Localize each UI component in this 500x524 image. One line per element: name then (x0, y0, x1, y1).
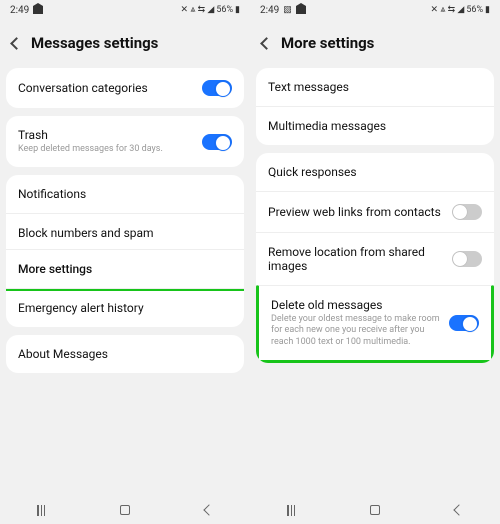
row-emergency-alert[interactable]: Emergency alert history (6, 288, 244, 327)
nav-back-icon[interactable] (203, 504, 214, 515)
nav-home-icon[interactable] (120, 505, 130, 515)
nav-recents-icon[interactable] (37, 505, 45, 516)
card-message-types: Text messages Multimedia messages (256, 68, 494, 145)
nav-bar (250, 496, 500, 524)
card-about: About Messages (6, 335, 244, 373)
row-label: Preview web links from contacts (268, 205, 444, 219)
toggle-remove-location[interactable] (452, 251, 482, 267)
screen-messages-settings: 2:49 ✕ ⩓ ⇆ ◢ 56% ▮ Messages settings Con… (0, 0, 250, 524)
row-block-spam[interactable]: Block numbers and spam (6, 213, 244, 252)
message-icon (296, 6, 306, 14)
row-remove-location[interactable]: Remove location from shared images (256, 232, 494, 285)
nav-back-icon[interactable] (453, 504, 464, 515)
status-signal-icons: ✕ ⩓ ⇆ ◢ (181, 5, 215, 15)
toggle-trash[interactable] (202, 134, 232, 150)
row-label: Block numbers and spam (18, 226, 154, 240)
row-quick-responses[interactable]: Quick responses (256, 153, 494, 191)
status-bar: 2:49 ✕ ⩓ ⇆ ◢ 56% ▮ (0, 0, 250, 20)
row-label: Trash (18, 128, 194, 142)
status-battery-text: 56% (216, 5, 233, 15)
row-label: About Messages (18, 347, 108, 361)
status-time: 2:49 (260, 5, 279, 16)
toggle-preview-links[interactable] (452, 204, 482, 220)
row-trash[interactable]: Trash Keep deleted messages for 30 days. (6, 116, 244, 167)
status-time: 2:49 (10, 5, 29, 16)
row-label: Multimedia messages (268, 119, 386, 133)
back-icon[interactable] (260, 37, 273, 50)
header: Messages settings (0, 20, 250, 64)
card-trash: Trash Keep deleted messages for 30 days. (6, 116, 244, 167)
back-icon[interactable] (10, 37, 23, 50)
row-more-settings[interactable]: More settings (6, 249, 244, 291)
battery-icon: ▮ (485, 5, 490, 15)
row-label: Delete old messages (271, 298, 441, 312)
row-multimedia-messages[interactable]: Multimedia messages (256, 106, 494, 145)
card-more-options: Quick responses Preview web links from c… (256, 153, 494, 363)
row-label: Notifications (18, 187, 86, 201)
nav-home-icon[interactable] (370, 505, 380, 515)
page-title: Messages settings (31, 34, 158, 52)
toggle-conversation-categories[interactable] (202, 80, 232, 96)
row-about-messages[interactable]: About Messages (6, 335, 244, 373)
status-signal-icons: ✕ ⩓ ⇆ ◢ (431, 5, 465, 15)
card-main-list: Notifications Block numbers and spam Mor… (6, 175, 244, 327)
screen-more-settings: 2:49 ▧ ✕ ⩓ ⇆ ◢ 56% ▮ More settings Text … (250, 0, 500, 524)
picture-icon: ▧ (283, 5, 292, 15)
battery-icon: ▮ (235, 5, 240, 15)
row-sub: Delete your oldest message to make room … (271, 314, 441, 348)
card-conversation: Conversation categories (6, 68, 244, 108)
status-bar: 2:49 ▧ ✕ ⩓ ⇆ ◢ 56% ▮ (250, 0, 500, 20)
row-preview-links[interactable]: Preview web links from contacts (256, 191, 494, 232)
row-label: Remove location from shared images (268, 245, 444, 273)
message-icon (33, 6, 43, 14)
row-label: Conversation categories (18, 81, 194, 95)
nav-recents-icon[interactable] (287, 505, 295, 516)
row-label: Emergency alert history (18, 301, 144, 315)
row-conversation-categories[interactable]: Conversation categories (6, 68, 244, 108)
row-label: More settings (18, 262, 92, 276)
header: More settings (250, 20, 500, 64)
page-title: More settings (281, 34, 374, 52)
row-sub: Keep deleted messages for 30 days. (18, 144, 194, 155)
toggle-delete-old[interactable] (449, 315, 479, 331)
row-delete-old-messages[interactable]: Delete old messages Delete your oldest m… (256, 285, 494, 363)
nav-bar (0, 496, 250, 524)
status-battery-text: 56% (466, 5, 483, 15)
row-text-messages[interactable]: Text messages (256, 68, 494, 106)
row-notifications[interactable]: Notifications (6, 175, 244, 213)
row-label: Quick responses (268, 165, 357, 179)
row-label: Text messages (268, 80, 349, 94)
